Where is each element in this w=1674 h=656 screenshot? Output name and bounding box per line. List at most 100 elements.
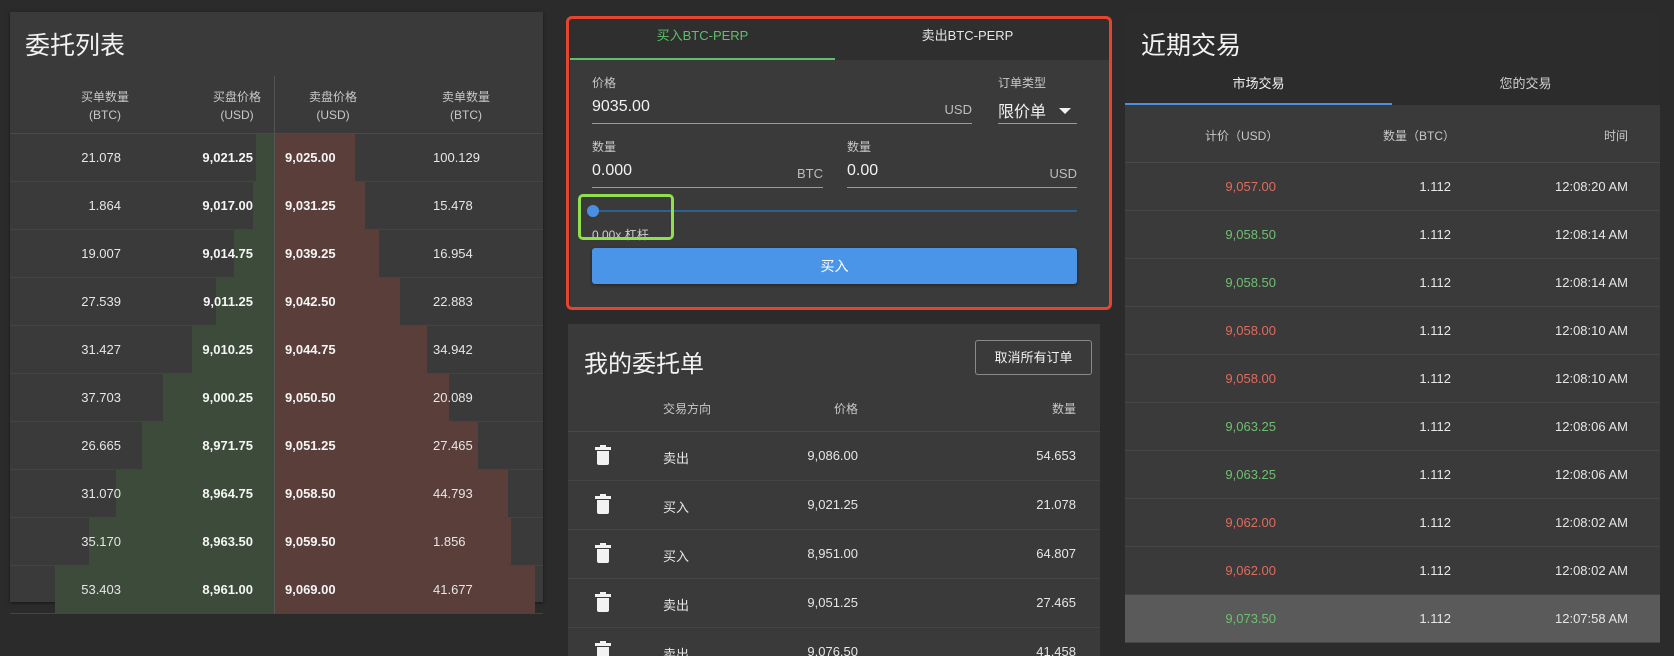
orderbook-row[interactable]: 37.703 9,000.25 9,050.50 20.089 xyxy=(10,374,543,422)
orderbook-row-divider xyxy=(274,326,275,374)
trade-price: 9,063.25 xyxy=(1225,419,1276,434)
ask-price: 9,025.00 xyxy=(285,150,336,165)
orderbook-row[interactable]: 53.403 8,961.00 9,069.00 41.677 xyxy=(10,566,543,614)
leverage-slider-track[interactable] xyxy=(592,210,1077,212)
trash-icon[interactable] xyxy=(595,445,611,466)
trade-qty: 1.112 xyxy=(1419,371,1451,386)
order-side: 卖出 xyxy=(663,647,690,656)
trash-icon-lid xyxy=(595,643,611,646)
order-qty: 64.807 xyxy=(1036,546,1076,561)
trade-price: 9,058.50 xyxy=(1225,275,1276,290)
trash-icon[interactable] xyxy=(595,592,611,613)
trade-time: 12:08:20 AM xyxy=(1555,179,1628,194)
notional-unit: USD xyxy=(1049,166,1077,181)
recent-trades-header: 近期交易 市场交易 您的交易 xyxy=(1125,12,1660,105)
notional-value: 0.00 xyxy=(847,162,879,179)
orderbook-title: 委托列表 xyxy=(25,32,126,60)
trade-time: 12:08:02 AM xyxy=(1555,515,1628,530)
tab-buy[interactable]: 买入BTC-PERP xyxy=(570,18,835,60)
trade-price: 9,057.00 xyxy=(1225,179,1276,194)
bid-depth-bar xyxy=(253,182,274,229)
trade-qty: 1.112 xyxy=(1419,179,1451,194)
trade-time: 12:08:06 AM xyxy=(1555,467,1628,482)
tab-market-trades[interactable]: 市场交易 xyxy=(1125,70,1392,105)
qty-value: 0.000 xyxy=(592,162,633,179)
trade-price-header: 计价（USD） xyxy=(1205,129,1279,143)
ask-qty: 34.942 xyxy=(433,342,473,357)
trade-qty-header: 数量（BTC） xyxy=(1383,129,1456,143)
trade-form-panel: 买入BTC-PERP 卖出BTC-PERP 价格 9035.00 USD 订单类… xyxy=(570,18,1110,308)
bid-price-header: 买盘价格 (USD) xyxy=(192,88,282,124)
order-type-value: 限价单 xyxy=(998,104,1047,121)
trade-row: 9,063.25 1.112 12:08:06 AM xyxy=(1125,403,1660,451)
orderbook-row-divider xyxy=(274,566,275,614)
order-qty: 21.078 xyxy=(1036,497,1076,512)
trade-row: 9,062.00 1.112 12:08:02 AM xyxy=(1125,547,1660,595)
orderbook-row[interactable]: 19.007 9,014.75 9,039.25 16.954 xyxy=(10,230,543,278)
orderbook-divider xyxy=(274,76,275,134)
ask-qty-header-label: 卖单数量 xyxy=(441,90,490,104)
trade-qty: 1.112 xyxy=(1419,467,1451,482)
orderbook-row[interactable]: 21.078 9,021.25 9,025.00 100.129 xyxy=(10,134,543,182)
bid-qty: 53.403 xyxy=(81,582,121,597)
trade-row: 9,058.50 1.112 12:08:14 AM xyxy=(1125,211,1660,259)
orderbook-row[interactable]: 27.539 9,011.25 9,042.50 22.883 xyxy=(10,278,543,326)
leverage-label: 0.00x 杠杆 xyxy=(592,228,649,242)
orderbook-rows: 21.078 9,021.25 9,025.00 100.129 1.864 9,017… xyxy=(10,134,543,614)
ask-price: 9,042.50 xyxy=(285,294,336,309)
trade-time-header: 时间 xyxy=(1603,129,1628,143)
bid-qty: 1.864 xyxy=(88,198,121,213)
qty-label: 数量 xyxy=(592,140,617,154)
order-price: 8,951.00 xyxy=(807,546,858,561)
buy-button[interactable]: 买入 xyxy=(592,248,1077,284)
orderbook-row[interactable]: 1.864 9,017.00 9,031.25 15.478 xyxy=(10,182,543,230)
ask-price-header-label: 卖盘价格 xyxy=(308,90,357,104)
trade-time: 12:08:06 AM xyxy=(1555,419,1628,434)
trade-price: 9,073.50 xyxy=(1225,611,1276,626)
bid-qty: 27.539 xyxy=(81,294,121,309)
bid-price: 9,010.25 xyxy=(202,342,253,357)
ask-price: 9,069.00 xyxy=(285,582,336,597)
bid-price: 8,971.75 xyxy=(202,438,253,453)
bid-qty: 31.070 xyxy=(81,486,121,501)
my-order-row: 卖出 9,086.00 54.653 xyxy=(568,432,1100,481)
trade-qty: 1.112 xyxy=(1419,323,1451,338)
price-label: 价格 xyxy=(592,76,617,90)
trade-qty: 1.112 xyxy=(1419,563,1451,578)
bid-qty: 26.665 xyxy=(81,438,121,453)
order-type-select[interactable]: 限价单 xyxy=(998,94,1077,124)
trash-icon[interactable] xyxy=(595,543,611,564)
trash-icon-lid xyxy=(595,496,611,499)
bid-qty-header-unit: (BTC) xyxy=(89,108,121,122)
orderbook-row[interactable]: 31.070 8,964.75 9,058.50 44.793 xyxy=(10,470,543,518)
ask-price-header: 卖盘价格 (USD) xyxy=(288,88,378,124)
bid-price: 9,000.25 xyxy=(202,390,253,405)
bid-qty: 19.007 xyxy=(81,246,121,261)
trade-time: 12:08:10 AM xyxy=(1555,371,1628,386)
ask-qty: 41.677 xyxy=(433,582,473,597)
orderbook-row[interactable]: 31.427 9,010.25 9,044.75 34.942 xyxy=(10,326,543,374)
tab-my-trades[interactable]: 您的交易 xyxy=(1392,70,1659,105)
ask-price: 9,050.50 xyxy=(285,390,336,405)
trash-icon-can xyxy=(597,451,609,465)
trade-time: 12:08:10 AM xyxy=(1555,323,1628,338)
bid-qty-header-label: 买单数量 xyxy=(80,90,129,104)
tab-sell[interactable]: 卖出BTC-PERP xyxy=(835,18,1100,60)
trade-time: 12:08:02 AM xyxy=(1555,563,1628,578)
qty-unit: BTC xyxy=(797,166,823,181)
orderbook-row[interactable]: 26.665 8,971.75 9,051.25 27.465 xyxy=(10,422,543,470)
cancel-all-button[interactable]: 取消所有订单 xyxy=(975,340,1092,375)
price-field[interactable]: 9035.00 USD xyxy=(592,94,972,124)
trash-icon[interactable] xyxy=(595,494,611,515)
notional-field[interactable]: 0.00 USD xyxy=(847,158,1077,188)
trading-page: 委托列表 买单数量 (BTC) 买盘价格 (USD) 卖盘价格 (USD) 卖单… xyxy=(0,0,1674,656)
trash-icon-lid xyxy=(595,447,611,450)
trade-row: 9,073.50 1.112 12:07:58 AM xyxy=(1125,595,1660,643)
orderbook-row[interactable]: 35.170 8,963.50 9,059.50 1.856 xyxy=(10,518,543,566)
qty-field[interactable]: 0.000 BTC xyxy=(592,158,823,188)
orderbook-row-divider xyxy=(274,518,275,566)
leverage-slider-handle[interactable] xyxy=(587,205,599,217)
trash-icon[interactable] xyxy=(595,641,611,656)
ask-qty: 1.856 xyxy=(433,534,466,549)
bid-price: 8,964.75 xyxy=(202,486,253,501)
